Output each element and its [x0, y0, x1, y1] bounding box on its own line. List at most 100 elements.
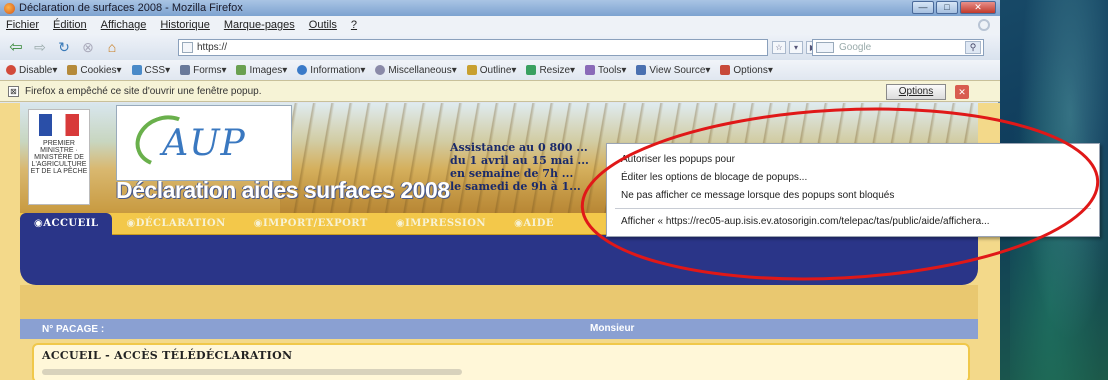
assistance-info: Assistance au 0 800 ... du 1 avril au 15… — [450, 141, 589, 193]
user-info-bar: N° PACAGE : Monsieur — [20, 319, 978, 339]
tab-declaration[interactable]: ◉ DÉCLARATION — [112, 213, 239, 235]
reload-icon[interactable]: ↻ — [54, 38, 74, 56]
menu-edition[interactable]: Édition — [53, 19, 87, 31]
window-title: Déclaration de surfaces 2008 - Mozilla F… — [19, 2, 243, 14]
assistance-line: Assistance au 0 800 ... — [450, 141, 588, 154]
tab-aide[interactable]: ◉ AIDE — [500, 213, 568, 235]
close-button[interactable]: ✕ — [960, 1, 996, 14]
search-placeholder: Google — [839, 42, 872, 53]
miscellaneous-icon — [375, 65, 386, 75]
popup-blocked-notification: ⊠ Firefox a empêché ce site d'ouvrir une… — [0, 80, 1000, 102]
firefox-icon — [4, 2, 15, 14]
toolbar-view-source-label: View Source▾ — [649, 64, 711, 76]
forms-icon — [180, 65, 191, 75]
tab-declaration-label: DÉCLARATION — [135, 218, 226, 229]
toolbar-images[interactable]: Images▾ — [236, 65, 287, 76]
tab-impression-label: IMPRESSION — [405, 218, 487, 229]
toolbar-information[interactable]: Information▾ — [297, 65, 365, 76]
stop-icon[interactable]: ⊗ — [78, 38, 98, 56]
view-source-icon — [636, 65, 647, 75]
assistance-line: le samedi de 9h à 1... — [450, 180, 581, 193]
toolbar-resize-label: Resize▾ — [539, 64, 576, 76]
css-icon — [131, 65, 142, 75]
aup-swoosh-icon — [128, 107, 202, 175]
toolbar-disable[interactable]: Disable▾ — [6, 65, 57, 76]
toolbar-outline[interactable]: Outline▾ — [466, 64, 517, 76]
toolbar-options[interactable]: Options▾ — [720, 64, 773, 76]
toolbar-forms[interactable]: Forms▾ — [180, 65, 226, 76]
information-icon — [297, 65, 308, 75]
outline-icon — [466, 65, 477, 75]
web-developer-toolbar: Disable▾ Cookies▾ CSS▾ Forms▾ Images▾ In… — [0, 60, 1000, 80]
decorative-stripe — [20, 285, 978, 321]
menu-outils[interactable]: Outils — [309, 19, 337, 31]
annotation-ellipse — [580, 107, 1100, 281]
tab-aide-label: AIDE — [523, 218, 555, 229]
url-text: https:// — [197, 42, 228, 53]
tab-import-export[interactable]: ◉ IMPORT/EXPORT — [240, 213, 382, 235]
title-bar[interactable]: Déclaration de surfaces 2008 - Mozilla F… — [0, 0, 1000, 16]
back-arrow-icon[interactable]: ⇦ — [6, 38, 26, 56]
toolbar-tools[interactable]: Tools▾ — [585, 65, 626, 76]
section-text-line — [42, 369, 462, 375]
throbber-icon — [978, 19, 990, 31]
notification-close-icon[interactable]: ✕ — [955, 85, 969, 99]
toolbar-miscellaneous[interactable]: Miscellaneous▾ — [375, 64, 457, 76]
home-icon[interactable]: ⌂ — [102, 38, 122, 56]
section-title: ACCUEIL - ACCÈS TÉLÉDÉCLARATION — [42, 349, 293, 362]
search-input[interactable]: Google ⚲ — [812, 39, 984, 56]
toolbar-options-label: Options▾ — [733, 64, 773, 76]
french-flag-icon — [39, 114, 79, 136]
cookies-icon — [67, 65, 78, 75]
search-icon[interactable]: ⚲ — [965, 41, 981, 54]
toolbar-information-label: Information▾ — [310, 64, 366, 76]
minimize-button[interactable]: — — [912, 1, 934, 14]
tab-impression[interactable]: ◉ IMPRESSION — [382, 213, 500, 235]
tab-accueil[interactable]: ◉ ACCUEIL — [20, 212, 113, 235]
assistance-line: du 1 avril au 15 mai ... — [450, 154, 589, 167]
forward-arrow-icon[interactable]: ⇨ — [30, 38, 50, 56]
tab-accueil-label: ACCUEIL — [43, 218, 99, 229]
toolbar-css[interactable]: CSS▾ — [131, 64, 171, 76]
toolbar-cookies[interactable]: Cookies▾ — [67, 64, 122, 76]
toolbar-images-label: Images▾ — [249, 64, 288, 76]
toolbar-css-label: CSS▾ — [144, 64, 171, 76]
menu-affichage[interactable]: Affichage — [101, 19, 147, 31]
url-bar[interactable]: https:// — [178, 39, 768, 56]
toolbar-view-source[interactable]: View Source▾ — [636, 65, 710, 76]
toolbar-cookies-label: Cookies▾ — [80, 64, 122, 76]
disable-icon — [6, 65, 16, 75]
notification-message: Firefox a empêché ce site d'ouvrir une f… — [25, 85, 262, 97]
dropdown-arrow-icon[interactable]: ▾ — [789, 41, 803, 54]
maximize-button[interactable]: □ — [936, 1, 958, 14]
assistance-line: en semaine de 7h ... — [450, 167, 574, 180]
toolbar-disable-label: Disable▾ — [19, 64, 58, 76]
search-engine-icon[interactable] — [816, 42, 834, 53]
aup-logo[interactable]: AUP — [116, 105, 292, 181]
red-ellipse-annotation — [580, 107, 1100, 281]
bookmark-star-icon[interactable]: ☆ — [772, 41, 786, 54]
resize-icon — [526, 65, 537, 75]
toolbar-resize[interactable]: Resize▾ — [526, 65, 575, 76]
navigation-toolbar: ⇦ ⇨ ↻ ⊗ ⌂ https:// ☆ ▾ ▶ Google ⚲ — [0, 34, 1000, 60]
toolbar-outline-label: Outline▾ — [479, 64, 517, 76]
toolbar-forms-label: Forms▾ — [193, 64, 227, 76]
tools-icon — [585, 65, 596, 75]
menu-historique[interactable]: Historique — [160, 19, 210, 31]
page-title: Déclaration aides surfaces 2008 — [116, 177, 450, 203]
toolbar-miscellaneous-label: Miscellaneous▾ — [388, 64, 457, 76]
options-button[interactable]: Options — [886, 84, 946, 100]
menu-bar: Fichier Édition Affichage Historique Mar… — [0, 16, 1000, 34]
pacage-label: N° PACAGE : — [42, 323, 105, 335]
page-icon — [182, 42, 193, 53]
toolbar-tools-label: Tools▾ — [598, 64, 627, 76]
menu-help[interactable]: ? — [351, 19, 357, 31]
accueil-panel: ACCUEIL - ACCÈS TÉLÉDÉCLARATION — [32, 343, 970, 380]
government-logo: PREMIER MINISTRE · MINISTÈRE DE L'AGRICU… — [28, 109, 90, 205]
government-logo-text: PREMIER MINISTRE · MINISTÈRE DE L'AGRICU… — [30, 140, 88, 175]
user-name: Monsieur — [590, 323, 635, 334]
window-controls: — □ ✕ — [912, 1, 996, 14]
menu-fichier[interactable]: Fichier — [6, 19, 39, 31]
images-icon — [236, 65, 247, 75]
menu-marque-pages[interactable]: Marque-pages — [224, 19, 295, 31]
